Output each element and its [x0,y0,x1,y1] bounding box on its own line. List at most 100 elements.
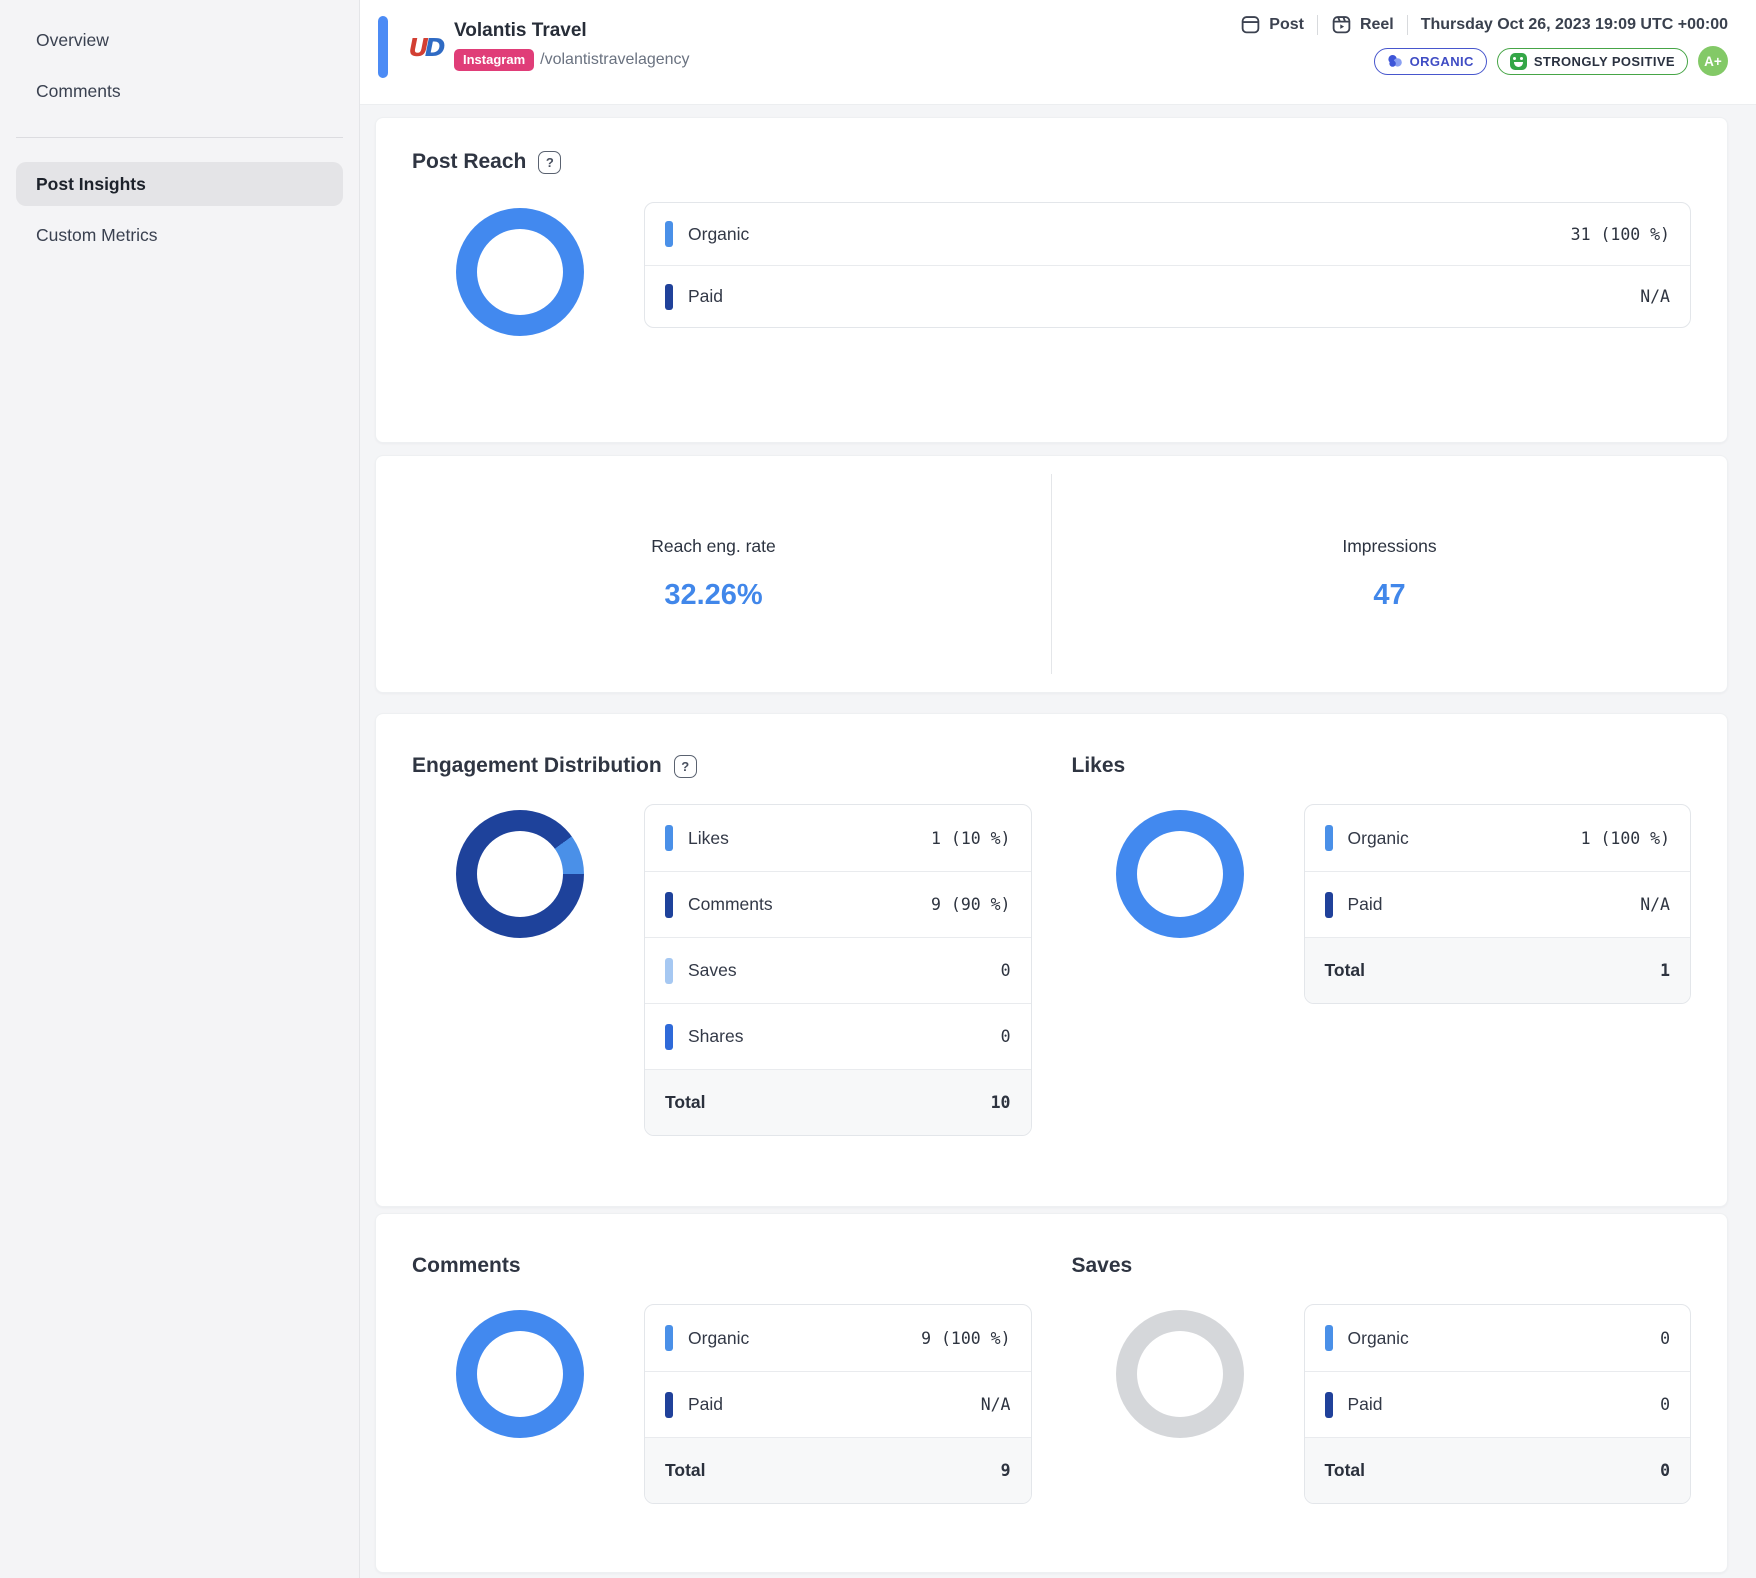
engagement-legend: Likes 1 (10 %) Comments 9 (90 %) Saves 0 [644,804,1032,1136]
likes-donut-chart [1116,810,1244,938]
legend-row-organic: Organic 1 (100 %) [1305,805,1691,871]
comments-title: Comments [412,1254,521,1278]
legend-label: Likes [688,828,729,849]
legend-total-value: 10 [991,1093,1011,1112]
legend-color-marker [665,284,673,310]
legend-row-total: Total 10 [645,1069,1031,1135]
engagement-panel: Engagement Distribution ? Likes 1 (10 %) [412,754,1032,1206]
legend-value: N/A [1640,287,1670,306]
sidebar-item-overview[interactable]: Overview [16,18,343,62]
legend-value: 1 (100 %) [1581,829,1670,848]
sidebar-item-comments[interactable]: Comments [16,69,343,113]
legend-row-total: Total 1 [1305,937,1691,1003]
account-logo: U D [404,26,446,68]
organic-badge-label: ORGANIC [1410,54,1474,69]
legend-total-value: 9 [1001,1461,1011,1480]
sidebar-item-label: Custom Metrics [36,225,158,246]
engagement-card: Engagement Distribution ? Likes 1 (10 %) [375,713,1728,1207]
legend-row-paid: Paid N/A [1305,871,1691,937]
logo-letter: D [425,33,442,62]
sidebar-item-label: Post Insights [36,174,146,195]
instagram-badge: Instagram [454,49,534,71]
sentiment-badge-label: STRONGLY POSITIVE [1534,54,1675,69]
tab-post-label: Post [1269,16,1304,34]
legend-value: 31 (100 %) [1571,225,1670,244]
legend-color-marker [665,1325,673,1351]
legend-total-label: Total [1325,960,1366,981]
saves-legend: Organic 0 Paid 0 Total 0 [1304,1304,1692,1504]
tab-post[interactable]: Post [1240,14,1304,35]
stat-reach-eng-rate: Reach eng. rate 32.26% [376,474,1051,674]
saves-panel: Saves Organic 0 Paid 0 [1072,1254,1692,1572]
legend-row-total: Total 0 [1305,1437,1691,1503]
likes-legend: Organic 1 (100 %) Paid N/A Total 1 [1304,804,1692,1004]
stat-impressions: Impressions 47 [1051,474,1727,674]
main-area: U D Volantis Travel Instagram /volantist… [360,0,1756,1578]
legend-color-marker [1325,1392,1333,1418]
likes-panel: Likes Organic 1 (100 %) Paid N/A [1072,754,1692,1206]
legend-value: 9 (100 %) [921,1329,1010,1348]
legend-value: 0 [1660,1329,1670,1348]
stat-label: Impressions [1342,536,1436,557]
content: Post Reach ? Organic 31 (100 %) Paid N/A [360,105,1756,1573]
legend-row-organic: Organic 9 (100 %) [645,1305,1031,1371]
post-timestamp: Thursday Oct 26, 2023 19:09 UTC +00:00 [1421,16,1728,34]
separator [1317,15,1318,35]
legend-color-marker [665,825,673,851]
comments-panel: Comments Organic 9 (100 %) Paid N/A [412,1254,1032,1572]
smiley-icon [1510,53,1527,70]
sentiment-badge: STRONGLY POSITIVE [1497,48,1688,75]
legend-row-organic: Organic 31 (100 %) [645,203,1690,265]
legend-label: Comments [688,894,773,915]
stat-label: Reach eng. rate [651,536,776,557]
comments-donut-chart [456,1310,584,1438]
legend-color-marker [1325,892,1333,918]
post-reach-title: Post Reach [412,150,526,174]
legend-label: Organic [688,224,749,245]
legend-row-likes: Likes 1 (10 %) [645,805,1031,871]
post-reach-card: Post Reach ? Organic 31 (100 %) Paid N/A [375,117,1728,443]
accent-bar [378,16,388,78]
legend-label: Paid [1348,1394,1383,1415]
tab-reel-label: Reel [1360,16,1394,34]
stat-value: 32.26% [664,579,762,612]
legend-total-value: 1 [1660,961,1670,980]
help-icon[interactable]: ? [674,755,697,778]
sidebar-divider [16,137,343,138]
stat-value: 47 [1373,579,1405,612]
legend-row-comments: Comments 9 (90 %) [645,871,1031,937]
legend-row-organic: Organic 0 [1305,1305,1691,1371]
tab-reel[interactable]: Reel [1331,14,1394,35]
legend-value: N/A [981,1395,1011,1414]
legend-label: Saves [688,960,737,981]
account-block: Volantis Travel Instagram /volantistrave… [454,20,690,71]
help-icon[interactable]: ? [538,151,561,174]
kpi-card: Reach eng. rate 32.26% Impressions 47 [375,455,1728,693]
legend-color-marker [665,221,673,247]
legend-row-paid: Paid N/A [645,265,1690,327]
sidebar-item-custom-metrics[interactable]: Custom Metrics [16,213,343,257]
grade-badge: A+ [1698,46,1728,76]
legend-value: 0 [1001,1027,1011,1046]
sidebar: Overview Comments Post Insights Custom M… [0,0,360,1578]
post-reach-donut-chart [456,208,584,336]
legend-color-marker [665,1024,673,1050]
saves-title: Saves [1072,1254,1133,1278]
legend-value: 0 [1001,961,1011,980]
organic-badge: ORGANIC [1374,48,1487,75]
legend-label: Organic [688,1328,749,1349]
legend-label: Paid [688,1394,723,1415]
legend-value: N/A [1640,895,1670,914]
likes-title: Likes [1072,754,1126,778]
sidebar-item-post-insights[interactable]: Post Insights [16,162,343,206]
post-header: U D Volantis Travel Instagram /volantist… [360,0,1756,105]
legend-label: Organic [1348,1328,1409,1349]
legend-label: Organic [1348,828,1409,849]
legend-color-marker [665,958,673,984]
engagement-title: Engagement Distribution [412,754,662,778]
legend-row-total: Total 9 [645,1437,1031,1503]
sidebar-item-label: Overview [36,30,109,51]
sidebar-item-label: Comments [36,81,121,102]
legend-color-marker [1325,825,1333,851]
legend-total-label: Total [665,1460,706,1481]
